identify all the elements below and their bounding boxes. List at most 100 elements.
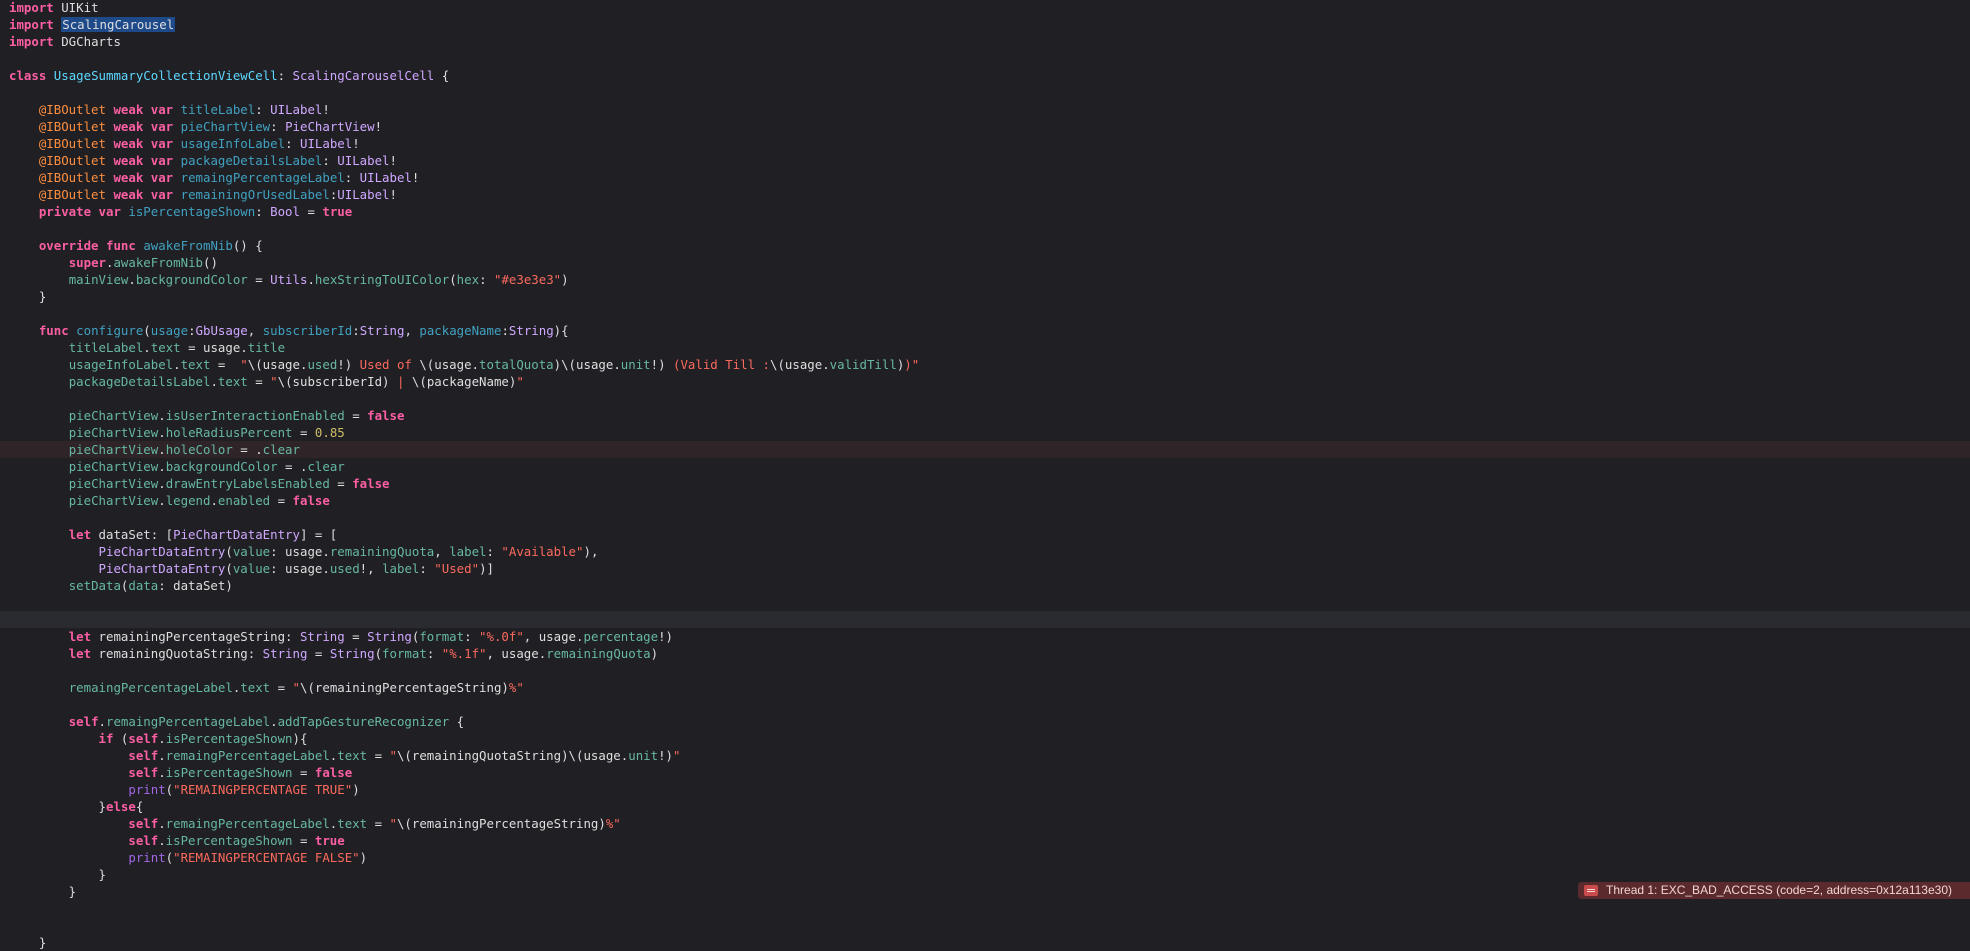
code-line[interactable]: private var isPercentageShown: Bool = tr… — [0, 203, 1970, 220]
code-line[interactable]: super.awakeFromNib() — [0, 254, 1970, 271]
code-token: false — [367, 408, 405, 423]
code-line[interactable]: PieChartDataEntry(value: usage.remaining… — [0, 543, 1970, 560]
code-token: = — [292, 765, 315, 780]
code-line[interactable] — [0, 305, 1970, 322]
code-token: "REMAINGPERCENTAGE FALSE" — [173, 850, 360, 865]
code-token: remaingPercentageLabel — [68, 680, 233, 695]
code-line[interactable]: setData(data: dataSet) — [0, 577, 1970, 594]
code-line[interactable]: @IBOutlet weak var usageInfoLabel: UILab… — [0, 135, 1970, 152]
code-token: \(packageName) — [411, 374, 517, 389]
code-line[interactable] — [0, 84, 1970, 101]
code-token: remainingQuotaString: — [91, 646, 263, 661]
code-line[interactable] — [0, 390, 1970, 407]
code-token: used — [307, 357, 338, 372]
code-line[interactable] — [0, 594, 1970, 611]
code-line[interactable] — [0, 220, 1970, 237]
code-token: label — [449, 544, 487, 559]
code-line-text: usageInfoLabel.text = "\(usage.used!) Us… — [9, 356, 920, 373]
code-line[interactable]: } — [0, 866, 1970, 883]
code-line[interactable]: import DGCharts — [0, 33, 1970, 50]
code-token: " — [389, 816, 397, 831]
code-token: @IBOutlet — [38, 170, 106, 185]
code-line[interactable]: pieChartView.isUserInteractionEnabled = … — [0, 407, 1970, 424]
code-token: : — [464, 629, 480, 644]
code-line[interactable]: } — [0, 288, 1970, 305]
code-line[interactable] — [0, 696, 1970, 713]
code-line[interactable]: if (self.isPercentageShown){ — [0, 730, 1970, 747]
code-line[interactable]: } — [0, 934, 1970, 951]
code-token: usageInfoLabel — [180, 136, 286, 151]
code-line[interactable]: self.isPercentageShown = true — [0, 832, 1970, 849]
code-line[interactable]: override func awakeFromNib() { — [0, 237, 1970, 254]
code-token: @IBOutlet — [38, 153, 106, 168]
code-token: !) — [658, 629, 674, 644]
code-line[interactable]: class UsageSummaryCollectionViewCell: Sc… — [0, 67, 1970, 84]
code-line[interactable]: }else{ — [0, 798, 1970, 815]
code-line[interactable]: @IBOutlet weak var titleLabel: UILabel! — [0, 101, 1970, 118]
code-line[interactable]: let remainingPercentageString: String = … — [0, 628, 1970, 645]
code-token: . — [210, 493, 218, 508]
code-line[interactable]: mainView.backgroundColor = Utils.hexStri… — [0, 271, 1970, 288]
code-token: else — [105, 799, 136, 814]
code-line[interactable]: pieChartView.drawEntryLabelsEnabled = fa… — [0, 475, 1970, 492]
code-line[interactable]: @IBOutlet weak var pieChartView: PieChar… — [0, 118, 1970, 135]
code-line[interactable]: self.remaingPercentageLabel.text = "\(re… — [0, 815, 1970, 832]
code-line[interactable]: } — [0, 883, 1970, 900]
code-token: UsageSummaryCollectionViewCell — [53, 68, 278, 83]
code-line[interactable]: self.remaingPercentageLabel.addTapGestur… — [0, 713, 1970, 730]
code-token: !) — [658, 748, 673, 763]
code-line[interactable]: self.remaingPercentageLabel.text = "\(re… — [0, 747, 1970, 764]
code-line[interactable]: let dataSet: [PieChartDataEntry] = [ — [0, 526, 1970, 543]
code-line[interactable]: usageInfoLabel.text = "\(usage.used!) Us… — [0, 356, 1970, 373]
code-line[interactable]: remaingPercentageLabel.text = "\(remaini… — [0, 679, 1970, 696]
code-line[interactable]: print("REMAINGPERCENTAGE FALSE") — [0, 849, 1970, 866]
code-line[interactable]: titleLabel.text = usage.title — [0, 339, 1970, 356]
code-line[interactable]: import UIKit — [0, 0, 1970, 16]
code-line[interactable] — [0, 917, 1970, 934]
code-line[interactable]: func configure(usage:GbUsage, subscriber… — [0, 322, 1970, 339]
code-line[interactable]: @IBOutlet weak var packageDetailsLabel: … — [0, 152, 1970, 169]
code-token: addTapGestureRecognizer — [277, 714, 450, 729]
code-line[interactable]: @IBOutlet weak var remaingPercentageLabe… — [0, 169, 1970, 186]
code-line[interactable] — [0, 662, 1970, 679]
code-token: title — [247, 340, 286, 355]
code-line[interactable]: pieChartView.backgroundColor = .clear — [0, 458, 1970, 475]
code-line[interactable]: packageDetailsLabel.text = "\(subscriber… — [0, 373, 1970, 390]
code-line-text: self.isPercentageShown = false — [9, 764, 352, 781]
code-editor[interactable]: import UIKit import ScalingCarousel import… — [0, 0, 1970, 950]
code-line[interactable]: import ScalingCarousel — [0, 16, 1970, 33]
code-line[interactable]: PieChartDataEntry(value: usage.used!, la… — [0, 560, 1970, 577]
code-line-text: @IBOutlet weak var usageInfoLabel: UILab… — [9, 135, 360, 152]
code-line[interactable]: pieChartView.holeColor = .clear Thread 1… — [0, 441, 1970, 899]
code-line[interactable]: print("REMAINGPERCENTAGE TRUE") — [0, 781, 1970, 798]
code-line[interactable] — [0, 611, 1970, 628]
code-token: pieChartView — [68, 408, 159, 423]
code-line[interactable] — [0, 50, 1970, 67]
code-token: ), — [583, 544, 599, 559]
code-token: = — [247, 272, 271, 287]
code-token: "%.1f" — [441, 646, 487, 661]
code-line[interactable]: let remainingQuotaString: String = Strin… — [0, 645, 1970, 662]
code-token: ! — [322, 102, 330, 117]
code-line[interactable]: pieChartView.legend.enabled = false — [0, 492, 1970, 509]
code-token: . — [270, 714, 278, 729]
code-token: UILabel — [337, 187, 390, 202]
code-token: . — [158, 833, 166, 848]
code-line[interactable]: self.isPercentageShown = false — [0, 764, 1970, 781]
code-line[interactable] — [0, 509, 1970, 526]
code-line[interactable]: @IBOutlet weak var remainingOrUsedLabel:… — [0, 186, 1970, 203]
code-token: . — [158, 442, 166, 457]
code-token: titleLabel — [68, 340, 144, 355]
code-token: = — [292, 425, 315, 440]
code-line[interactable]: pieChartView.holeRadiusPercent = 0.85 — [0, 424, 1970, 441]
code-line[interactable] — [0, 900, 1970, 917]
code-token: private — [38, 204, 92, 219]
